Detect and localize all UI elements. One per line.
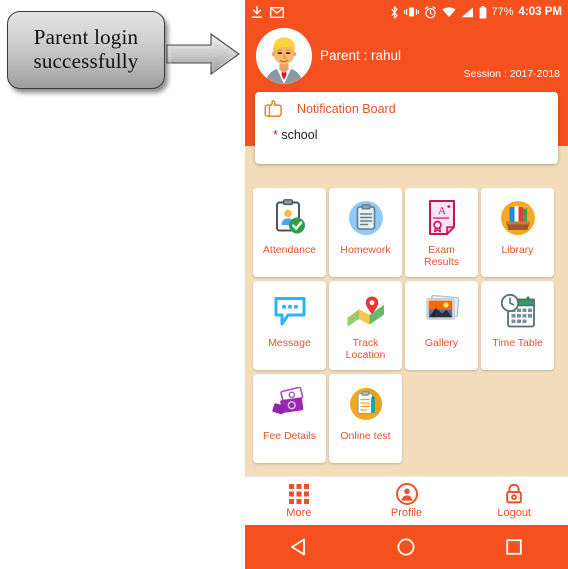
status-bar-right-icons: 77% 4:03 PM [390, 5, 562, 19]
svg-text:A: A [438, 205, 446, 217]
padlock-icon [504, 483, 524, 505]
tile-track-location[interactable]: Track Location [329, 281, 402, 370]
notification-board-title: Notification Board [297, 102, 396, 116]
tile-label: Track Location [345, 337, 386, 362]
tile-label: Attendance [262, 244, 317, 256]
clipboard-check-icon [273, 194, 307, 242]
speech-bubble-icon [272, 287, 308, 335]
test-clipboard-icon [348, 380, 384, 428]
list-item: * school [273, 128, 558, 142]
back-triangle-icon [290, 538, 305, 556]
notification-board-header: Notification Board [255, 92, 558, 122]
session-label: Session : 2017-2018 [463, 68, 560, 80]
tile-library[interactable]: Library [481, 188, 554, 277]
callout-text: Parent login successfully [33, 25, 139, 73]
photos-icon [423, 287, 461, 335]
tile-time-table[interactable]: Time Table [481, 281, 554, 370]
tile-fee-details[interactable]: Fee Details [253, 374, 326, 463]
tile-homework[interactable]: Homework [329, 188, 402, 277]
tile-label: Exam Results [423, 244, 459, 269]
app-header: Parent : rahul Session : 2017-2018 Notif… [245, 24, 568, 164]
nav-item-profile[interactable]: Profile [353, 483, 461, 519]
phone-screen: 77% 4:03 PM Parent: rahul Session: 201… [245, 0, 568, 569]
parent-avatar-icon [256, 28, 312, 84]
tile-label: Message [268, 337, 311, 349]
pointing-hand-icon [264, 100, 282, 117]
bottom-nav-bar: More Profile Logout [245, 476, 568, 525]
status-clock: 4:03 PM [518, 6, 562, 18]
home-circle-icon [397, 538, 415, 556]
tile-message[interactable]: Message [253, 281, 326, 370]
money-notes-icon [270, 380, 310, 428]
tile-label: Online test [340, 430, 391, 442]
tile-label: Time Table [492, 337, 543, 349]
tile-gallery[interactable]: Gallery [405, 281, 478, 370]
map-pin-icon [346, 287, 386, 335]
battery-percent: 77% [491, 6, 514, 18]
calendar-clock-icon [499, 287, 537, 335]
notification-board-card: Notification Board * school [255, 92, 558, 164]
tile-exam-results[interactable]: A Exam Results [405, 188, 478, 277]
tile-label: Fee Details [262, 430, 317, 442]
notification-item-text: school [281, 128, 318, 142]
alarm-icon [424, 5, 436, 18]
back-button[interactable] [279, 527, 319, 567]
home-button[interactable] [386, 527, 426, 567]
annotation-area: Parent login successfully [0, 0, 245, 569]
notification-board-body: * school [255, 122, 558, 142]
parent-name: Parent : rahul [320, 48, 402, 63]
right-arrow-icon [166, 32, 240, 76]
status-bar: 77% 4:03 PM [245, 0, 568, 24]
download-icon [252, 5, 262, 18]
bluetooth-icon [391, 5, 398, 19]
status-bar-left-icons [251, 5, 284, 19]
person-circle-icon [395, 483, 418, 505]
certificate-a-plus-icon: A [427, 194, 457, 242]
nav-label: Profile [390, 507, 423, 519]
vibrate-icon [403, 7, 419, 17]
nav-item-logout[interactable]: Logout [460, 483, 568, 519]
wifi-icon [441, 6, 456, 17]
nav-item-more[interactable]: More [245, 483, 353, 519]
nav-label: Logout [497, 507, 531, 519]
tile-online-test[interactable]: Online test [329, 374, 402, 463]
gmail-icon [270, 6, 284, 18]
tile-label: Homework [340, 244, 391, 256]
signal-icon [461, 7, 473, 17]
homework-clipboard-icon [348, 194, 384, 242]
avatar[interactable] [256, 28, 312, 84]
bullet-star: * [273, 128, 278, 142]
tile-label: Gallery [424, 337, 459, 349]
tile-label: Library [501, 244, 534, 256]
books-box-icon [500, 194, 536, 242]
battery-icon [479, 5, 486, 18]
tile-attendance[interactable]: Attendance [253, 188, 326, 277]
grid-icon [288, 483, 309, 505]
nav-label: More [286, 507, 312, 519]
android-navigation-bar [245, 524, 568, 569]
recents-square-icon [506, 539, 522, 555]
callout-box: Parent login successfully [7, 11, 165, 89]
recents-button[interactable] [494, 527, 534, 567]
feature-tile-grid: Attendance Homework A Exam Results Libra… [245, 188, 568, 467]
